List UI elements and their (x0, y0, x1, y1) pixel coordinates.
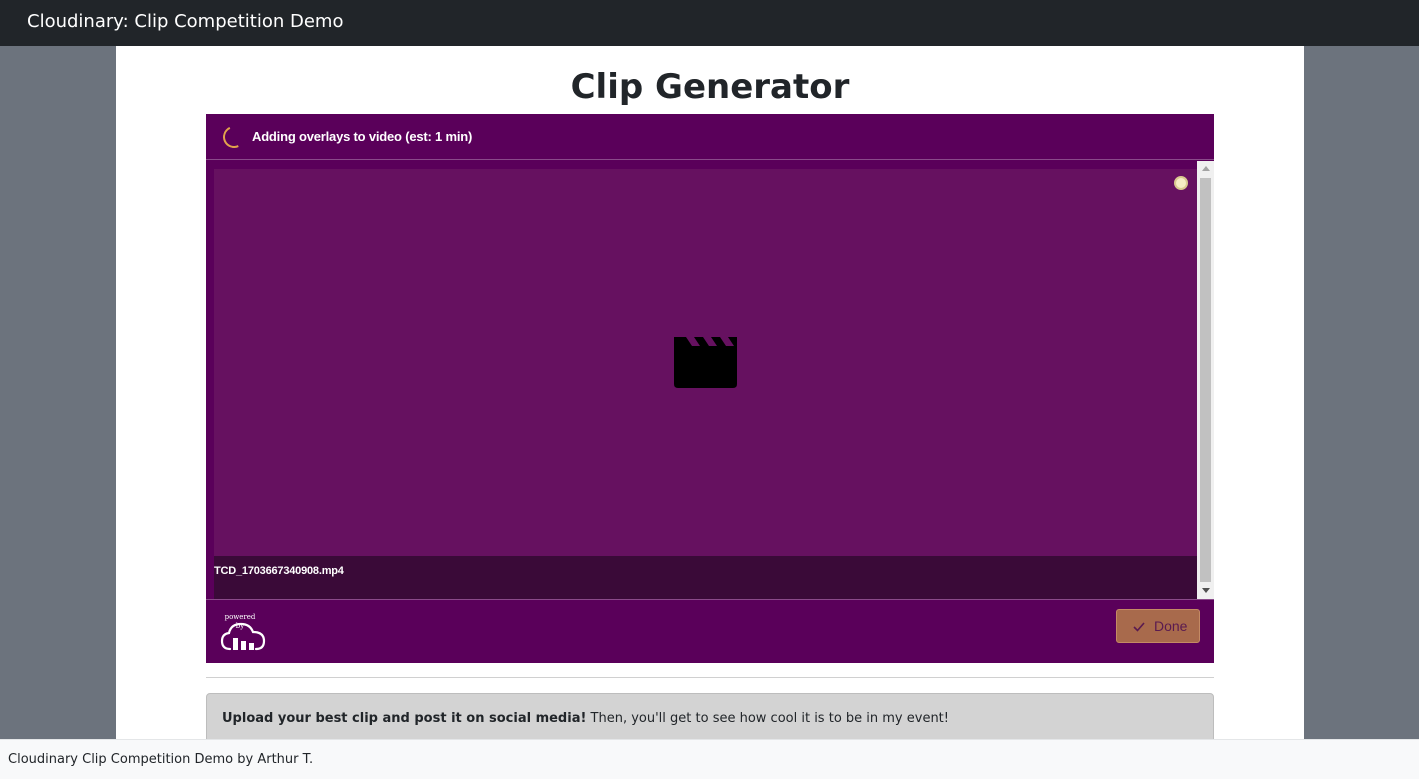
video-preview-card: TCD_1703667340908.mp4 (214, 169, 1197, 599)
main-container: Clip Generator Adding overlays to video … (116, 46, 1304, 743)
widget-footer: powered by Done (206, 599, 1214, 663)
file-info-bar: TCD_1703667340908.mp4 (214, 556, 1197, 599)
processing-status: Adding overlays to video (est: 1 min) (252, 129, 473, 144)
widget-header: Adding overlays to video (est: 1 min) (206, 114, 1214, 160)
scroll-thumb[interactable] (1200, 178, 1211, 582)
top-navbar: Cloudinary: Clip Competition Demo (0, 0, 1419, 46)
instructions-detail: Then, you'll get to see how cool it is t… (586, 711, 949, 726)
section-divider (206, 677, 1214, 678)
page-footer: Cloudinary Clip Competition Demo by Arth… (0, 739, 1419, 779)
instructions-box: Upload your best clip and post it on soc… (206, 693, 1214, 743)
page-title: Clip Generator (570, 67, 850, 107)
footer-credit: Cloudinary Clip Competition Demo by Arth… (8, 752, 314, 767)
select-toggle[interactable] (1174, 176, 1188, 190)
checkmark-icon (1133, 622, 1145, 632)
upload-widget: Adding overlays to video (est: 1 min) TC… (206, 114, 1214, 663)
video-thumbnail (214, 169, 1197, 556)
cloudinary-cloud-logo (220, 622, 266, 651)
powered-by-cloudinary[interactable]: powered by (220, 613, 268, 655)
scroll-down-arrow-icon[interactable] (1202, 588, 1210, 593)
preview-scrollbar[interactable] (1197, 161, 1214, 599)
spinner-icon (219, 122, 249, 152)
navbar-brand[interactable]: Cloudinary: Clip Competition Demo (27, 11, 343, 33)
file-name: TCD_1703667340908.mp4 (214, 565, 344, 577)
done-button[interactable]: Done (1116, 609, 1200, 643)
instructions-emphasis: Upload your best clip and post it on soc… (222, 711, 587, 726)
preview-area: TCD_1703667340908.mp4 (206, 161, 1214, 599)
scroll-up-arrow-icon[interactable] (1202, 166, 1210, 171)
instructions-text: Upload your best clip and post it on soc… (222, 711, 949, 727)
done-button-label: Done (1154, 618, 1188, 634)
film-clapper-icon (674, 337, 737, 388)
